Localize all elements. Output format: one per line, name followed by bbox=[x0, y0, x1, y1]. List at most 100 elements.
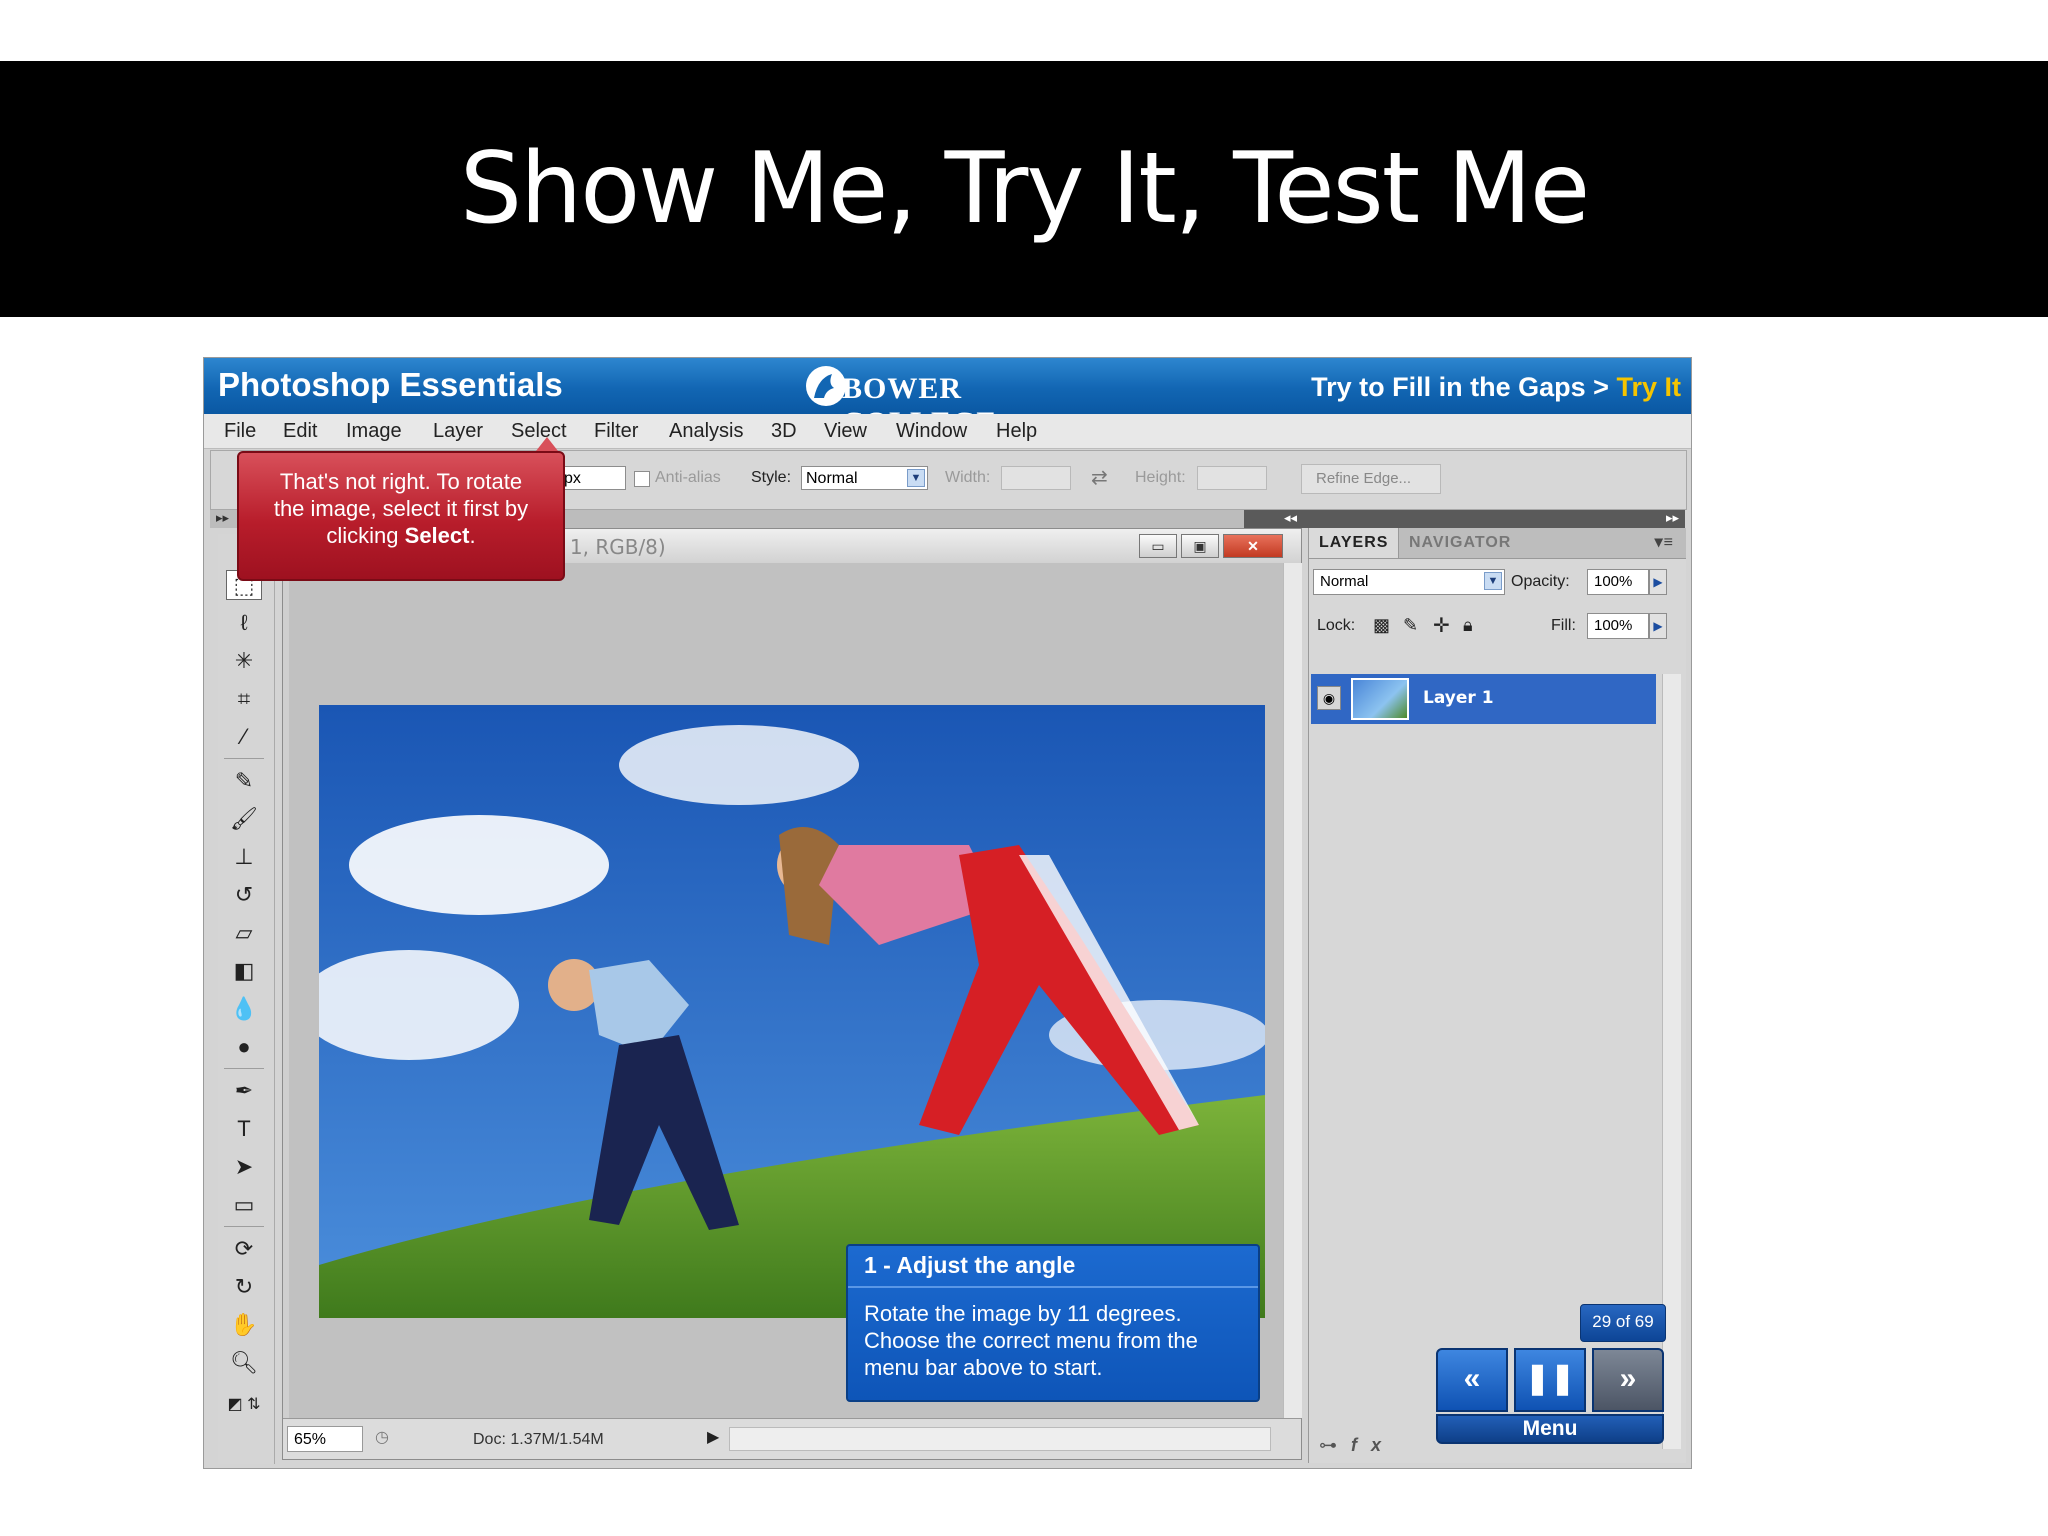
refine-edge-button[interactable]: Refine Edge... bbox=[1301, 464, 1441, 494]
eraser-tool-icon[interactable]: ▱ bbox=[226, 918, 262, 948]
tooltip-emphasis: Select bbox=[404, 523, 470, 548]
vertical-scrollbar[interactable] bbox=[1283, 563, 1302, 1418]
path-selection-tool-icon[interactable]: ➤ bbox=[226, 1152, 262, 1182]
tab-layers[interactable]: LAYERS bbox=[1309, 528, 1400, 558]
height-label: Height: bbox=[1135, 469, 1186, 486]
fill-label: Fill: bbox=[1551, 617, 1576, 634]
previous-button[interactable]: « bbox=[1436, 1348, 1508, 1412]
tooltip-line: That's not right. To rotate bbox=[279, 469, 523, 494]
history-brush-tool-icon[interactable]: ↺ bbox=[226, 880, 262, 910]
fill-slider-arrow-icon[interactable]: ▶ bbox=[1649, 613, 1667, 639]
type-tool-icon[interactable]: T bbox=[226, 1114, 262, 1144]
opacity-input[interactable]: 100% bbox=[1587, 569, 1649, 595]
eye-icon[interactable]: ◉ bbox=[1317, 686, 1341, 710]
menu-edit[interactable]: Edit bbox=[283, 420, 317, 443]
menu-help[interactable]: Help bbox=[996, 420, 1037, 443]
minimize-icon[interactable]: ▭ bbox=[1139, 534, 1177, 558]
maximize-icon[interactable]: ▣ bbox=[1181, 534, 1219, 558]
tooltip-line: the image, select it first by bbox=[273, 496, 529, 521]
zoom-tool-icon[interactable]: 🔍︎ bbox=[226, 1348, 262, 1378]
horizontal-scrollbar[interactable] bbox=[729, 1427, 1271, 1451]
lock-position-icon[interactable]: ✛ bbox=[1433, 613, 1450, 638]
lock-pixels-icon[interactable]: ✎ bbox=[1403, 615, 1418, 636]
close-icon[interactable]: ✕ bbox=[1223, 534, 1283, 558]
photo-image bbox=[319, 705, 1265, 1318]
clone-stamp-tool-icon[interactable]: ⊥ bbox=[226, 842, 262, 872]
height-input[interactable] bbox=[1197, 466, 1267, 490]
healing-brush-tool-icon[interactable]: ✎ bbox=[226, 766, 262, 796]
gradient-tool-icon[interactable]: ◧ bbox=[226, 956, 262, 986]
tab-navigator[interactable]: NAVIGATOR bbox=[1399, 528, 1521, 558]
opacity-label: Opacity: bbox=[1511, 573, 1570, 590]
layer-thumbnail bbox=[1351, 678, 1409, 720]
panel-tabs: LAYERS NAVIGATOR ▾≡ bbox=[1309, 528, 1686, 559]
breadcrumb: Try to Fill in the Gaps > Try It bbox=[1311, 372, 1681, 403]
instruction-divider bbox=[848, 1286, 1258, 1288]
menu-analysis[interactable]: Analysis bbox=[669, 420, 743, 443]
lasso-tool-icon[interactable]: ℓ bbox=[226, 608, 262, 638]
tooltip-text: . bbox=[469, 523, 476, 548]
layer-row[interactable]: ◉ Layer 1 bbox=[1311, 674, 1656, 724]
blur-tool-icon[interactable]: 💧 bbox=[226, 994, 262, 1024]
pen-tool-icon[interactable]: ✒ bbox=[226, 1076, 262, 1106]
menu-file[interactable]: File bbox=[224, 420, 256, 443]
feedback-tooltip: That's not right. To rotate the image, s… bbox=[237, 451, 565, 581]
crop-tool-icon[interactable]: ⌗ bbox=[226, 684, 262, 714]
shape-tool-icon[interactable]: ▭ bbox=[226, 1190, 262, 1220]
instruction-text: Rotate the image by 11 degrees. Choose t… bbox=[864, 1301, 1198, 1380]
3d-orbit-tool-icon[interactable]: ↻ bbox=[226, 1272, 262, 1302]
layers-footer-icons: ⊶fx bbox=[1319, 1435, 1395, 1456]
instruction-title: 1 - Adjust the angle bbox=[864, 1252, 1076, 1278]
menu-3d[interactable]: 3D bbox=[771, 420, 797, 443]
dodge-tool-icon[interactable]: ● bbox=[226, 1032, 262, 1062]
style-label: Style: bbox=[751, 469, 792, 486]
magic-wand-tool-icon[interactable]: ✳ bbox=[226, 646, 262, 676]
fill-input[interactable]: 100% bbox=[1587, 613, 1649, 639]
brush-tool-icon[interactable]: 🖌 bbox=[226, 804, 262, 834]
menu-filter[interactable]: Filter bbox=[594, 420, 638, 443]
zoom-level-input[interactable]: 65% bbox=[287, 1426, 363, 1452]
tool-separator bbox=[224, 1226, 264, 1227]
expand-icon[interactable]: ▸▸ bbox=[216, 510, 229, 526]
menu-button[interactable]: Menu bbox=[1436, 1414, 1664, 1444]
antialias-checkbox[interactable] bbox=[634, 471, 650, 487]
document-info: Doc: 1.37M/1.54M bbox=[473, 1431, 604, 1448]
menu-view[interactable]: View bbox=[824, 420, 867, 443]
link-layers-icon[interactable]: ⊶ bbox=[1319, 1435, 1351, 1455]
status-menu-arrow-icon[interactable]: ▶ bbox=[707, 1427, 719, 1447]
style-select[interactable]: Normal ▼ bbox=[801, 466, 928, 490]
chevron-down-icon: ▼ bbox=[1484, 572, 1502, 590]
collapse-icon[interactable]: ◂◂ bbox=[1284, 510, 1297, 526]
menu-layer[interactable]: Layer bbox=[433, 420, 483, 443]
tooltip-text: clicking bbox=[326, 523, 405, 548]
expand-icon[interactable]: ▸▸ bbox=[1666, 510, 1679, 526]
antialias-label: Anti-alias bbox=[655, 469, 721, 486]
blend-mode-select[interactable]: Normal ▼ bbox=[1313, 569, 1505, 595]
hand-tool-icon[interactable]: ✋ bbox=[226, 1310, 262, 1340]
lock-transparent-icon[interactable]: ▩ bbox=[1373, 615, 1390, 636]
swap-icon[interactable]: ⇄ bbox=[1091, 465, 1108, 490]
blend-mode-value: Normal bbox=[1320, 573, 1369, 590]
menu-image[interactable]: Image bbox=[346, 420, 402, 443]
course-screenshot: Photoshop Essentials BOWER COLLEGE Try t… bbox=[203, 357, 1692, 1469]
panel-menu-icon[interactable]: ▾≡ bbox=[1645, 528, 1684, 558]
lock-all-icon[interactable]: 🔒︎ bbox=[1463, 615, 1473, 636]
color-swatch-icon[interactable]: ◩ ⇅ bbox=[226, 1390, 262, 1420]
3d-rotate-tool-icon[interactable]: ⟳ bbox=[226, 1234, 262, 1264]
chevron-down-icon: ▼ bbox=[907, 469, 925, 487]
opacity-slider-arrow-icon[interactable]: ▶ bbox=[1649, 569, 1667, 595]
status-info-icon[interactable]: ◷ bbox=[375, 1427, 389, 1447]
tool-separator bbox=[224, 758, 264, 759]
menu-window[interactable]: Window bbox=[896, 420, 967, 443]
next-button[interactable]: » bbox=[1592, 1348, 1664, 1412]
course-title: Photoshop Essentials bbox=[218, 366, 563, 403]
style-value: Normal bbox=[806, 470, 858, 487]
breadcrumb-section[interactable]: Try to Fill in the Gaps > bbox=[1311, 372, 1609, 402]
feather-unit: px bbox=[564, 470, 581, 487]
layer-name: Layer 1 bbox=[1423, 688, 1494, 708]
breadcrumb-current: Try It bbox=[1616, 372, 1681, 402]
fx-icon[interactable]: fx bbox=[1351, 1435, 1395, 1455]
width-input[interactable] bbox=[1001, 466, 1071, 490]
eyedropper-tool-icon[interactable]: ⁄ bbox=[226, 722, 262, 752]
pause-button[interactable]: ❚❚ bbox=[1514, 1348, 1586, 1412]
